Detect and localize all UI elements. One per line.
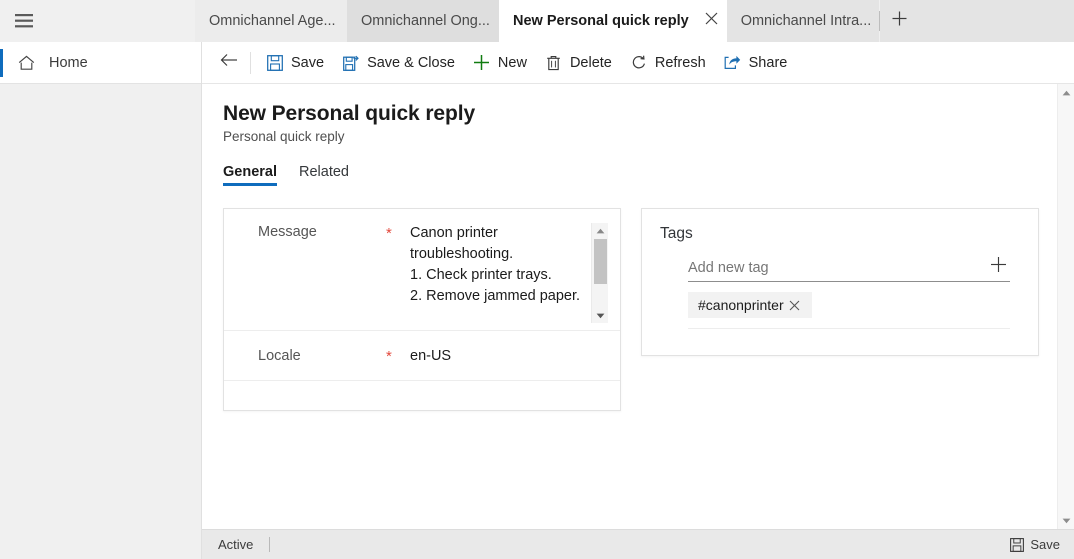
field-row-empty <box>224 381 620 409</box>
page-scrollbar[interactable] <box>1057 84 1074 529</box>
tags-section-title: Tags <box>660 225 693 242</box>
tag-chip-label: #canonprinter <box>698 297 784 313</box>
browser-tab-2-active[interactable]: New Personal quick reply <box>499 0 697 42</box>
share-button-label: Share <box>748 54 788 71</box>
status-save-label: Save <box>1030 537 1060 552</box>
command-bar: Save Save & Close New Delete Refresh Sha… <box>202 42 1074 84</box>
scroll-up-arrow-icon[interactable] <box>592 223 608 238</box>
close-icon <box>705 12 718 30</box>
home-icon <box>18 55 40 71</box>
message-required-marker: * <box>386 225 392 242</box>
save-icon <box>266 54 284 72</box>
browser-tab-1[interactable]: Omnichannel Ong... <box>347 0 499 42</box>
tab-related[interactable]: Related <box>299 164 349 186</box>
browser-tab-label: New Personal quick reply <box>513 13 689 29</box>
tab-general[interactable]: General <box>223 164 277 186</box>
general-fields-card: Message * Canon printer troubleshooting.… <box>223 208 621 411</box>
tabstrip-fill <box>919 0 1074 42</box>
form-header: New Personal quick reply Personal quick … <box>202 84 1062 186</box>
save-button-label: Save <box>291 54 325 71</box>
share-icon <box>724 54 742 72</box>
tag-input-row <box>688 255 1010 282</box>
share-button[interactable]: Share <box>715 46 797 80</box>
form-tab-list: General Related <box>223 164 1062 186</box>
locale-field-value[interactable]: en-US <box>410 348 608 364</box>
message-scrollbar[interactable] <box>591 223 608 323</box>
left-navigation-pane: Home <box>0 42 202 559</box>
field-row-locale: Locale * en-US <box>224 331 620 381</box>
selected-accent-bar <box>0 49 3 77</box>
refresh-icon <box>630 54 648 72</box>
message-textarea[interactable]: Canon printer troubleshooting. 1. Check … <box>410 223 608 323</box>
save-button[interactable]: Save <box>257 46 333 80</box>
close-tab-button[interactable] <box>696 0 727 42</box>
save-and-close-icon <box>342 54 360 72</box>
browser-tab-strip: Omnichannel Age... Omnichannel Ong... Ne… <box>0 0 1074 42</box>
add-new-tag-input[interactable] <box>688 260 986 276</box>
message-field-label: Message <box>258 224 317 240</box>
delete-button[interactable]: Delete <box>536 46 621 80</box>
message-field-value: Canon printer troubleshooting. 1. Check … <box>410 223 608 323</box>
page-scroll-down-arrow-icon[interactable] <box>1058 512 1074 529</box>
remove-tag-button[interactable] <box>784 296 806 314</box>
record-status: Active <box>218 537 254 552</box>
browser-tab-label: Omnichannel Age... <box>209 13 336 29</box>
add-tag-button[interactable] <box>986 255 1010 279</box>
page-title: New Personal quick reply <box>223 102 476 125</box>
status-bar: Active Save <box>202 529 1074 559</box>
back-button[interactable] <box>212 46 246 80</box>
refresh-button-label: Refresh <box>654 54 706 71</box>
plus-icon <box>990 256 1007 278</box>
browser-tab-3[interactable]: Omnichannel Intra... <box>726 0 879 42</box>
save-and-close-button-label: Save & Close <box>367 54 455 71</box>
form-panels: Message * Canon printer troubleshooting.… <box>202 186 1062 411</box>
locale-required-marker: * <box>386 348 392 365</box>
trash-icon <box>545 54 563 72</box>
hamburger-menu-button[interactable] <box>0 0 48 42</box>
tab-related-label: Related <box>299 164 349 180</box>
field-row-message: Message * Canon printer troubleshooting.… <box>224 209 620 331</box>
back-arrow-icon <box>220 53 238 72</box>
status-save-button[interactable]: Save <box>1010 537 1060 552</box>
tag-list: #canonprinter <box>688 292 1010 329</box>
new-button-label: New <box>497 54 527 71</box>
form-content-area: New Personal quick reply Personal quick … <box>202 84 1062 529</box>
browser-tab-0[interactable]: Omnichannel Age... <box>195 0 347 42</box>
save-icon <box>1010 537 1025 552</box>
delete-button-label: Delete <box>569 54 612 71</box>
plus-icon <box>892 11 907 31</box>
hamburger-icon <box>15 14 33 28</box>
status-divider <box>269 537 271 552</box>
tabstrip-left-spacer <box>48 0 195 42</box>
new-tab-button[interactable] <box>879 0 920 42</box>
sidebar-item-label: Home <box>49 54 88 71</box>
locale-field-label: Locale <box>258 348 301 364</box>
save-and-close-button[interactable]: Save & Close <box>333 46 464 80</box>
application-window: Omnichannel Age... Omnichannel Ong... Ne… <box>0 0 1074 559</box>
tag-chip[interactable]: #canonprinter <box>688 292 812 318</box>
page-scroll-up-arrow-icon[interactable] <box>1058 84 1074 101</box>
sidebar-item-home[interactable]: Home <box>0 42 201 84</box>
scroll-down-arrow-icon[interactable] <box>592 308 608 323</box>
message-text: Canon printer troubleshooting. 1. Check … <box>410 225 581 304</box>
browser-tab-label: Omnichannel Intra... <box>740 13 872 29</box>
plus-icon <box>473 54 491 72</box>
tags-card: Tags #canonprinter <box>641 208 1039 356</box>
tab-general-label: General <box>223 164 277 180</box>
scrollbar-thumb[interactable] <box>594 239 607 284</box>
page-subtitle: Personal quick reply <box>223 129 345 144</box>
new-button[interactable]: New <box>464 46 536 80</box>
browser-tab-label: Omnichannel Ong... <box>361 13 490 29</box>
command-bar-divider <box>250 51 251 74</box>
refresh-button[interactable]: Refresh <box>621 46 715 80</box>
